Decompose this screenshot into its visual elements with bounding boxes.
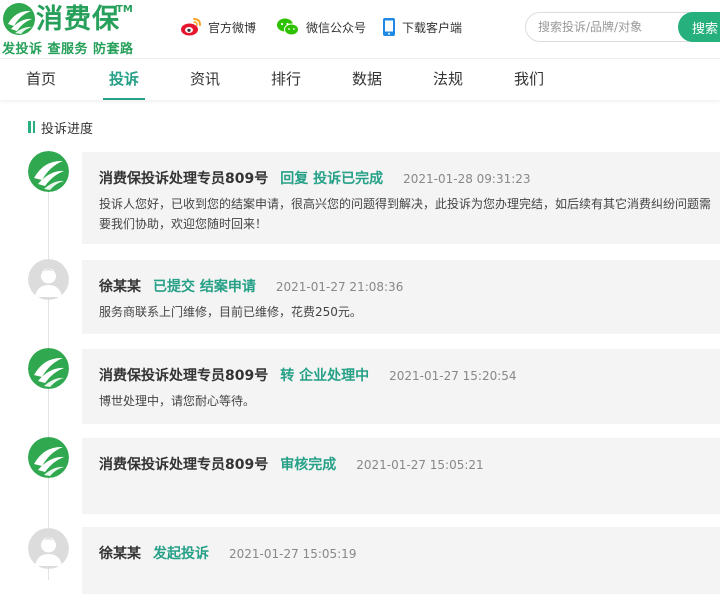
entry-time: 2021-01-28 09:31:23 xyxy=(403,172,531,186)
agent-avatar xyxy=(28,437,69,478)
entry-time: 2021-01-27 15:05:19 xyxy=(229,547,357,561)
mobile-phone-icon xyxy=(383,18,395,36)
download-app-label: 下载客户端 xyxy=(402,20,463,35)
progress-title-text: 投诉进度 xyxy=(41,121,94,137)
search-bar: 搜索 xyxy=(525,12,720,42)
progress-entry: 徐某某 已提交 结案申请 2021-01-27 21:08:36 服务商联系上门… xyxy=(82,260,720,334)
official-weibo-link[interactable]: 官方微博 xyxy=(180,16,256,38)
entry-action: 转 企业处理中 xyxy=(280,368,370,384)
entry-action: 审核完成 xyxy=(280,457,337,473)
leaf-logo-icon xyxy=(3,3,35,35)
nav-about-us[interactable]: 我们 xyxy=(502,59,556,100)
progress-section-title: 投诉进度 xyxy=(28,118,94,137)
brand-leaf-avatar-icon xyxy=(28,348,69,389)
official-weibo-label: 官方微博 xyxy=(208,20,257,35)
search-button[interactable]: 搜索 xyxy=(678,12,720,42)
entry-body: 博世处理中，请您耐心等待。 xyxy=(99,394,256,408)
wechat-official-account-label: 微信公众号 xyxy=(306,20,367,35)
progress-entry: 徐某某 发起投诉 2021-01-27 15:05:19 xyxy=(82,527,720,594)
user-avatar xyxy=(28,528,69,569)
progress-entry: 消费保投诉处理专员809号 回复 投诉已完成 2021-01-28 09:31:… xyxy=(82,152,720,244)
download-app-link[interactable]: 下载客户端 xyxy=(382,16,462,38)
title-accent-bar xyxy=(33,121,35,133)
nav-news[interactable]: 资讯 xyxy=(178,59,232,100)
brand-leaf-avatar-icon xyxy=(28,151,69,192)
nav-regulations[interactable]: 法规 xyxy=(421,59,475,100)
entry-header: 消费保投诉处理专员809号 审核完成 2021-01-27 15:05:21 xyxy=(99,454,484,474)
entry-header: 消费保投诉处理专员809号 转 企业处理中 2021-01-27 15:20:5… xyxy=(99,365,517,385)
entry-action: 已提交 结案申请 xyxy=(153,279,256,295)
user-avatar-icon xyxy=(28,528,69,569)
user-avatar-icon xyxy=(28,259,69,300)
weibo-icon xyxy=(181,18,201,36)
agent-avatar xyxy=(28,348,69,389)
entry-author: 消费保投诉处理专员809号 xyxy=(99,368,269,384)
entry-author: 徐某某 xyxy=(99,279,141,295)
site-logo[interactable]: 消费保 TM 发投诉 查服务 防套路 xyxy=(2,2,142,57)
progress-entry: 消费保投诉处理专员809号 转 企业处理中 2021-01-27 15:20:5… xyxy=(82,349,720,424)
search-input[interactable] xyxy=(538,13,678,41)
entry-header: 徐某某 已提交 结案申请 2021-01-27 21:08:36 xyxy=(99,276,403,296)
entry-time: 2021-01-27 15:05:21 xyxy=(356,458,484,472)
entry-author: 消费保投诉处理专员809号 xyxy=(99,457,269,473)
wechat-icon xyxy=(277,18,299,36)
user-avatar xyxy=(28,259,69,300)
entry-time: 2021-01-27 15:20:54 xyxy=(389,369,517,383)
brand-slogan: 发投诉 查服务 防套路 xyxy=(2,42,134,57)
progress-entry: 消费保投诉处理专员809号 审核完成 2021-01-27 15:05:21 xyxy=(82,438,720,514)
title-accent-bar xyxy=(28,121,31,133)
brand-leaf-avatar-icon xyxy=(28,437,69,478)
trademark-mark: TM xyxy=(116,4,133,15)
site-header: 消费保 TM 发投诉 查服务 防套路 官方微博 微信公众号 下载客户端 搜索投诉… xyxy=(0,0,720,58)
entry-author: 徐某某 xyxy=(99,546,141,562)
entry-header: 徐某某 发起投诉 2021-01-27 15:05:19 xyxy=(99,543,356,563)
entry-action: 发起投诉 xyxy=(153,546,209,562)
main-nav: 首页 投诉 资讯 排行 数据 法规 我们 xyxy=(0,58,720,100)
nav-complaints[interactable]: 投诉 xyxy=(103,59,145,100)
entry-author: 消费保投诉处理专员809号 xyxy=(99,171,269,187)
brand-name: 消费保 xyxy=(36,4,120,35)
nav-home[interactable]: 首页 xyxy=(14,59,68,100)
nav-rankings[interactable]: 排行 xyxy=(259,59,313,100)
agent-avatar xyxy=(28,151,69,192)
entry-header: 消费保投诉处理专员809号 回复 投诉已完成 2021-01-28 09:31:… xyxy=(99,168,531,188)
entry-time: 2021-01-27 21:08:36 xyxy=(275,280,404,294)
entry-body: 服务商联系上门维修，目前已维修，花费250元。 xyxy=(99,305,362,319)
wechat-official-account-link[interactable]: 微信公众号 xyxy=(276,16,366,38)
nav-data[interactable]: 数据 xyxy=(340,59,394,100)
entry-body: 投诉人您好，已收到您的结案申请，很高兴您的问题得到解决，此投诉为您办理完结，如后… xyxy=(99,197,712,231)
entry-action: 回复 投诉已完成 xyxy=(280,171,384,187)
